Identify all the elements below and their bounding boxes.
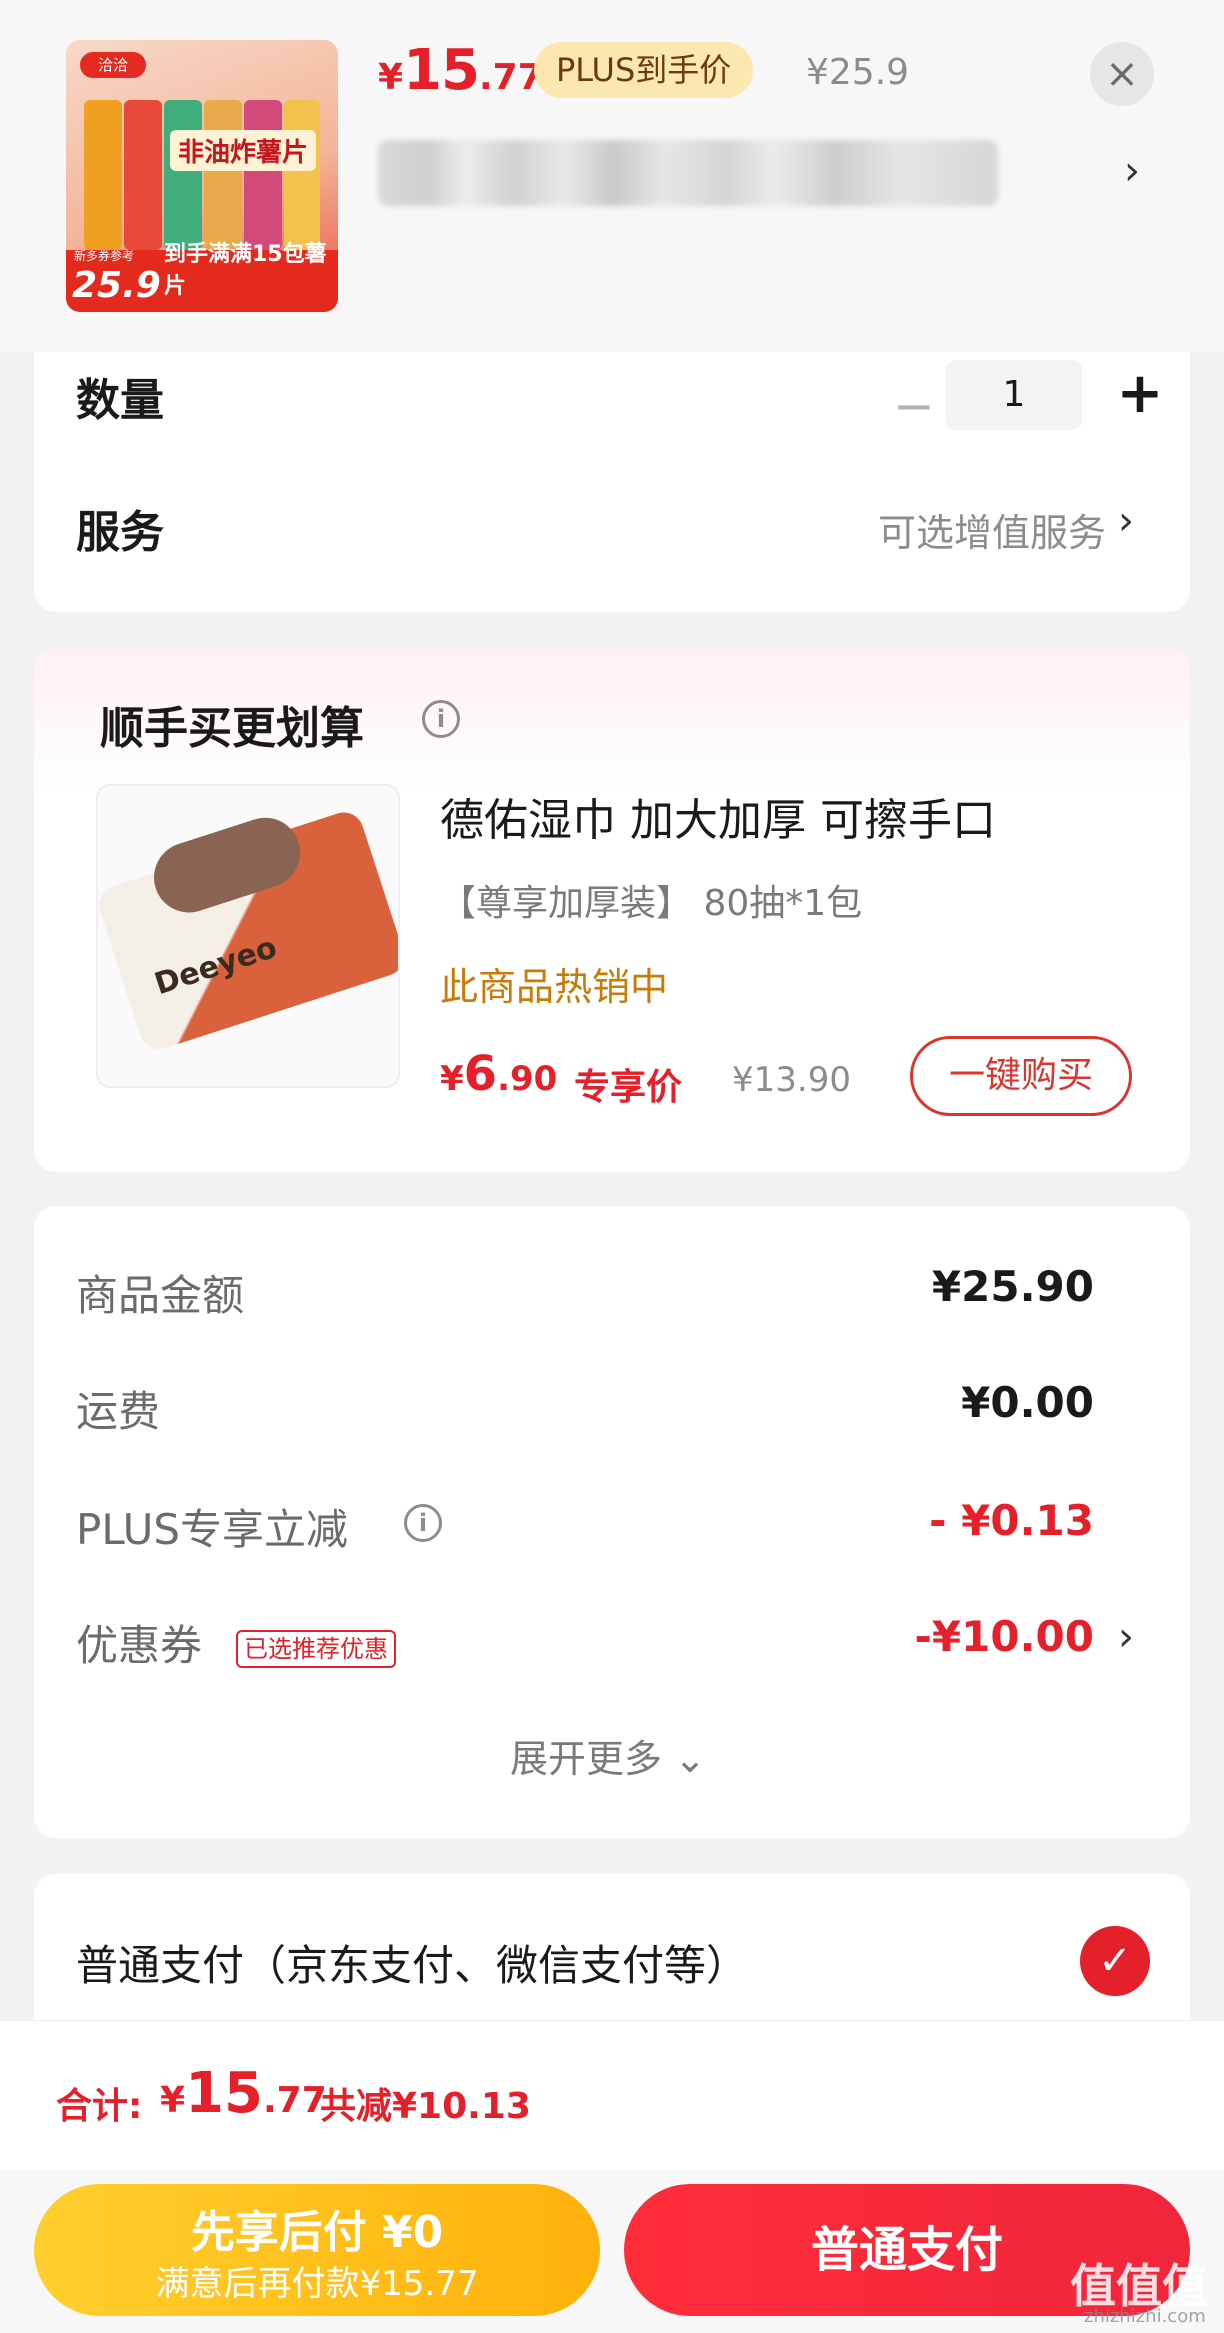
check-icon[interactable]: ✓ [1080,1926,1150,1996]
detail-value-coupon[interactable]: -¥10.00 [914,1612,1094,1661]
thumb-product-bags [84,100,320,250]
thumb-tag: 非油炸薯片 [170,130,317,171]
service-label: 服务 [76,507,164,558]
product-header: 洽洽 非油炸薯片 新多券参考 25.9 到手满满15包薯片 ¥15.77 PLU… [0,0,1224,352]
detail-value-shipping: ¥0.00 [961,1378,1094,1427]
bag-image [244,100,282,250]
pay-later-button[interactable]: 先享后付 ¥0 满意后再付款¥15.77 [34,2184,600,2316]
price-symbol: ¥ [160,2080,186,2121]
price-decimal: .77 [263,2080,327,2121]
thumb-band-price: 25.9 [72,265,161,306]
pay-later-title: 先享后付 ¥0 [190,2207,444,2258]
bag-image [204,100,242,250]
chevron-right-icon[interactable]: › [1118,498,1134,544]
pay-later-subtitle: 满意后再付款¥15.77 [155,2264,479,2304]
thumb-brand-logo: 洽洽 [80,52,146,78]
wipes-package-image: Deeyeo [98,788,398,1064]
info-icon[interactable]: i [422,700,460,738]
product-price: ¥15.77 [378,38,543,103]
price-decimal: .90 [497,1059,558,1099]
addon-section-title: 顺手买更划算 [100,703,364,754]
exclusive-price-label: 专享价 [574,1067,683,1108]
watermark-url: zhizhizhi.com [1084,2306,1206,2327]
one-click-buy-button[interactable]: 一键购买 [910,1036,1132,1116]
service-selector[interactable]: 可选增值服务 [878,502,1106,557]
addon-product-image[interactable]: Deeyeo [96,784,400,1088]
product-thumbnail[interactable]: 洽洽 非油炸薯片 新多券参考 25.9 到手满满15包薯片 [66,40,338,312]
total-summary-bar: 合计: ¥15.77 共减¥10.13 [0,2020,1224,2170]
bag-image [164,100,202,250]
detail-label-shipping: 运费 [76,1387,161,1436]
plus-price-badge: PLUS到手价 [534,42,754,98]
expand-more-label: 展开更多 [510,1737,663,1781]
detail-value-plus-discount: - ¥0.13 [929,1496,1094,1545]
quantity-decrease-button[interactable]: − [882,374,946,438]
original-price: ¥25.9 [806,52,910,93]
chevron-right-icon[interactable]: › [1124,148,1140,194]
addon-original-price: ¥13.90 [732,1060,851,1100]
bag-image [124,100,162,250]
addon-price: ¥6.90 [440,1046,557,1102]
action-bar: 先享后付 ¥0 满意后再付款¥15.77 普通支付 值值值 zhizhizhi.… [0,2170,1224,2333]
total-savings: 共减¥10.13 [320,2086,531,2127]
detail-label-plus-discount: PLUS专享立减 [76,1505,349,1554]
quantity-input[interactable]: 1 [946,360,1082,430]
product-title-blurred[interactable] [378,140,998,206]
quantity-label: 数量 [76,375,164,426]
price-symbol: ¥ [378,57,404,98]
total-price: ¥15.77 [160,2061,327,2126]
bag-image [84,100,122,250]
price-integer: 6 [463,1046,498,1102]
price-integer: 15 [185,2061,263,2126]
options-card: 数量 − 1 + 服务 可选增值服务 › [34,352,1190,612]
addon-hot-label: 此商品热销中 [440,965,669,1009]
detail-value-subtotal: ¥25.90 [931,1262,1094,1311]
addon-product-name[interactable]: 德佑湿巾 加大加厚 可擦手口 [440,784,996,848]
thumb-band-note: 新多券参考 [74,249,135,263]
detail-label-coupon: 优惠券 [76,1621,203,1670]
price-symbol: ¥ [440,1059,464,1099]
price-details-card: 商品金额 ¥25.90 运费 ¥0.00 PLUS专享立减 i - ¥0.13 … [34,1206,1190,1838]
quantity-increase-button[interactable]: + [1104,362,1176,426]
price-decimal: .77 [479,57,543,98]
payment-method-label: 普通支付（京东支付、微信支付等） [76,1941,749,1990]
addon-card: 顺手买更划算 i Deeyeo 德佑湿巾 加大加厚 可擦手口 【尊享加厚装】 8… [34,648,1190,1172]
total-label: 合计: [56,2086,143,2127]
addon-product-spec: 【尊享加厚装】 80抽*1包 [440,883,863,924]
detail-label-subtotal: 商品金额 [76,1271,245,1320]
bag-image [284,100,320,250]
thumb-band-text: 到手满满15包薯片 [164,242,327,299]
close-icon: × [1105,51,1139,97]
info-icon[interactable]: i [404,1504,442,1542]
expand-more-button[interactable]: 展开更多 ⌄ [510,1728,706,1783]
chevron-right-icon[interactable]: › [1118,1614,1134,1660]
chevron-down-icon: ⌄ [674,1737,706,1781]
price-integer: 15 [403,38,480,103]
close-button[interactable]: × [1090,42,1154,106]
coupon-recommend-badge: 已选推荐优惠 [236,1630,396,1668]
